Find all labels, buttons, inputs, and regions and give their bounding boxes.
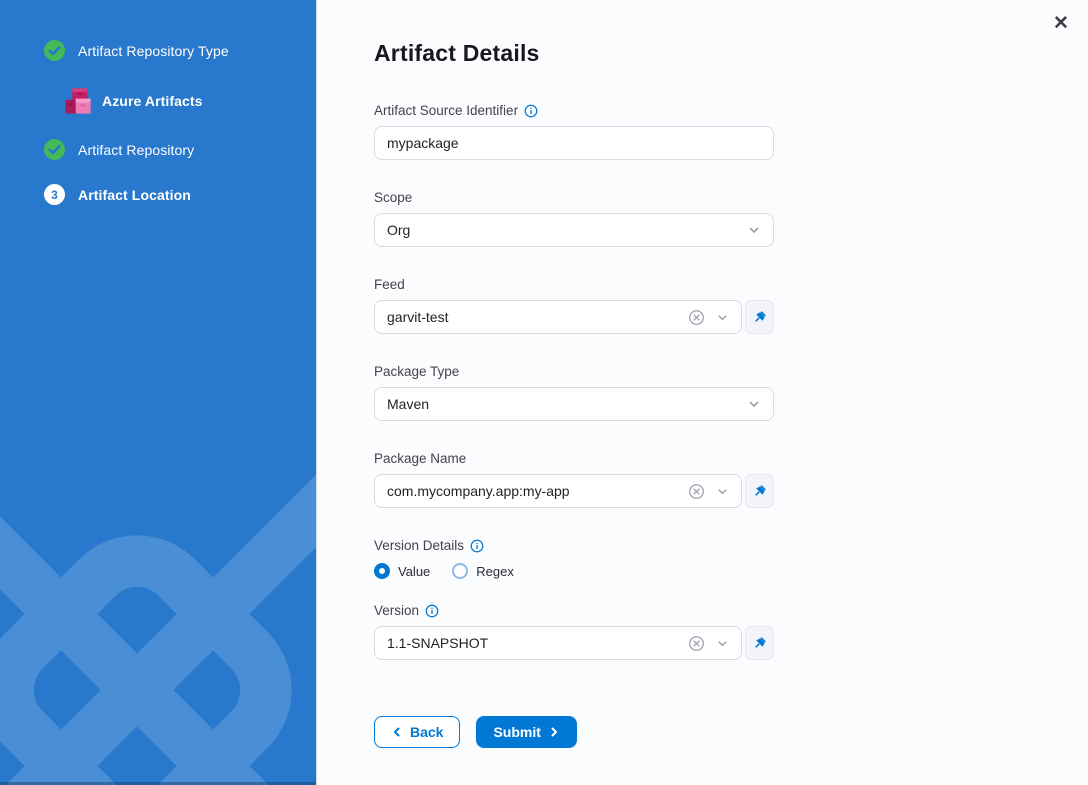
scope-label: Scope — [374, 190, 412, 205]
step-label: Artifact Repository — [78, 142, 194, 158]
step-artifact-repository[interactable]: Artifact Repository — [44, 139, 316, 160]
submit-button[interactable]: Submit — [476, 716, 576, 748]
back-button-label: Back — [410, 724, 443, 740]
field-label-row: Scope — [374, 190, 774, 205]
field-scope: Scope Org — [374, 190, 774, 247]
field-label-row: Version Details — [374, 538, 774, 553]
chevron-down-icon[interactable] — [714, 483, 731, 500]
package-type-select[interactable]: Maven — [374, 387, 774, 421]
check-circle-icon — [44, 139, 65, 160]
step-sub-azure-artifacts[interactable]: Azure Artifacts — [62, 85, 316, 117]
scope-select[interactable]: Org — [374, 213, 774, 247]
chevron-right-icon — [548, 726, 560, 738]
submit-button-label: Submit — [493, 724, 540, 740]
chevron-down-icon[interactable] — [714, 309, 731, 326]
back-button[interactable]: Back — [374, 716, 460, 748]
field-label-row: Package Type — [374, 364, 774, 379]
clear-icon[interactable] — [688, 635, 705, 652]
version-value: 1.1-SNAPSHOT — [387, 635, 679, 651]
info-icon[interactable] — [470, 539, 484, 553]
fixed-value-pin-button[interactable] — [745, 474, 774, 508]
version-combo-row: 1.1-SNAPSHOT — [374, 626, 774, 660]
step-artifact-location[interactable]: 3 Artifact Location — [44, 184, 316, 205]
step-number-badge: 3 — [44, 184, 65, 205]
chevron-left-icon — [391, 726, 403, 738]
field-version-details: Version Details Value Regex — [374, 538, 774, 579]
radio-unselected-icon[interactable] — [452, 563, 468, 579]
radio-value-label: Value — [398, 564, 430, 579]
step-label: Artifact Location — [78, 187, 191, 203]
version-label: Version — [374, 603, 419, 618]
clear-icon[interactable] — [688, 483, 705, 500]
field-label-row: Artifact Source Identifier — [374, 103, 774, 118]
artifact-details-form: Artifact Details Artifact Source Identif… — [317, 0, 790, 748]
package-type-selected-value: Maven — [387, 396, 747, 412]
package-name-combo-row: com.mycompany.app:my-app — [374, 474, 774, 508]
radio-regex-label: Regex — [476, 564, 514, 579]
version-details-radio-group: Value Regex — [374, 563, 774, 579]
step-artifact-repository-type[interactable]: Artifact Repository Type — [44, 40, 316, 61]
feed-label: Feed — [374, 277, 405, 292]
version-details-label: Version Details — [374, 538, 464, 553]
field-label-row: Package Name — [374, 451, 774, 466]
field-package-name: Package Name com.mycompany.app:my-app — [374, 451, 774, 508]
feed-combo-row: garvit-test — [374, 300, 774, 334]
info-icon[interactable] — [524, 104, 538, 118]
artifact-source-identifier-label: Artifact Source Identifier — [374, 103, 518, 118]
page-title: Artifact Details — [374, 40, 790, 67]
artifact-source-identifier-input[interactable] — [374, 126, 774, 160]
azure-artifacts-icon — [62, 85, 94, 117]
field-version: Version 1.1-SNAPSHOT — [374, 603, 774, 660]
field-label-row: Version — [374, 603, 774, 618]
chevron-down-icon — [747, 397, 761, 411]
field-artifact-source-identifier: Artifact Source Identifier — [374, 103, 774, 160]
chevron-down-icon[interactable] — [714, 635, 731, 652]
close-icon[interactable]: ✕ — [1050, 12, 1072, 34]
wizard-footer: Back Submit — [374, 716, 790, 748]
harness-logo-watermark — [0, 475, 316, 785]
version-input[interactable]: 1.1-SNAPSHOT — [374, 626, 742, 660]
feed-input[interactable]: garvit-test — [374, 300, 742, 334]
radio-selected-icon[interactable] — [374, 563, 390, 579]
wizard-steps: Artifact Repository Type Azure Artifacts — [0, 0, 316, 205]
package-type-label: Package Type — [374, 364, 459, 379]
package-name-value: com.mycompany.app:my-app — [387, 483, 679, 499]
wizard-dialog: Artifact Repository Type Azure Artifacts — [0, 0, 1088, 785]
info-icon[interactable] — [425, 604, 439, 618]
field-label-row: Feed — [374, 277, 774, 292]
radio-value[interactable]: Value — [374, 563, 430, 579]
radio-regex[interactable]: Regex — [452, 563, 514, 579]
package-name-input[interactable]: com.mycompany.app:my-app — [374, 474, 742, 508]
feed-value: garvit-test — [387, 309, 679, 325]
package-name-label: Package Name — [374, 451, 466, 466]
selected-repo-type-label: Azure Artifacts — [102, 93, 203, 109]
fixed-value-pin-button[interactable] — [745, 300, 774, 334]
scope-selected-value: Org — [387, 222, 747, 238]
field-package-type: Package Type Maven — [374, 364, 774, 421]
check-circle-icon — [44, 40, 65, 61]
clear-icon[interactable] — [688, 309, 705, 326]
artifact-details-panel: ✕ Artifact Details Artifact Source Ident… — [316, 0, 1088, 785]
fixed-value-pin-button[interactable] — [745, 626, 774, 660]
wizard-sidebar: Artifact Repository Type Azure Artifacts — [0, 0, 316, 785]
field-feed: Feed garvit-test — [374, 277, 774, 334]
step-label: Artifact Repository Type — [78, 43, 229, 59]
chevron-down-icon — [747, 223, 761, 237]
